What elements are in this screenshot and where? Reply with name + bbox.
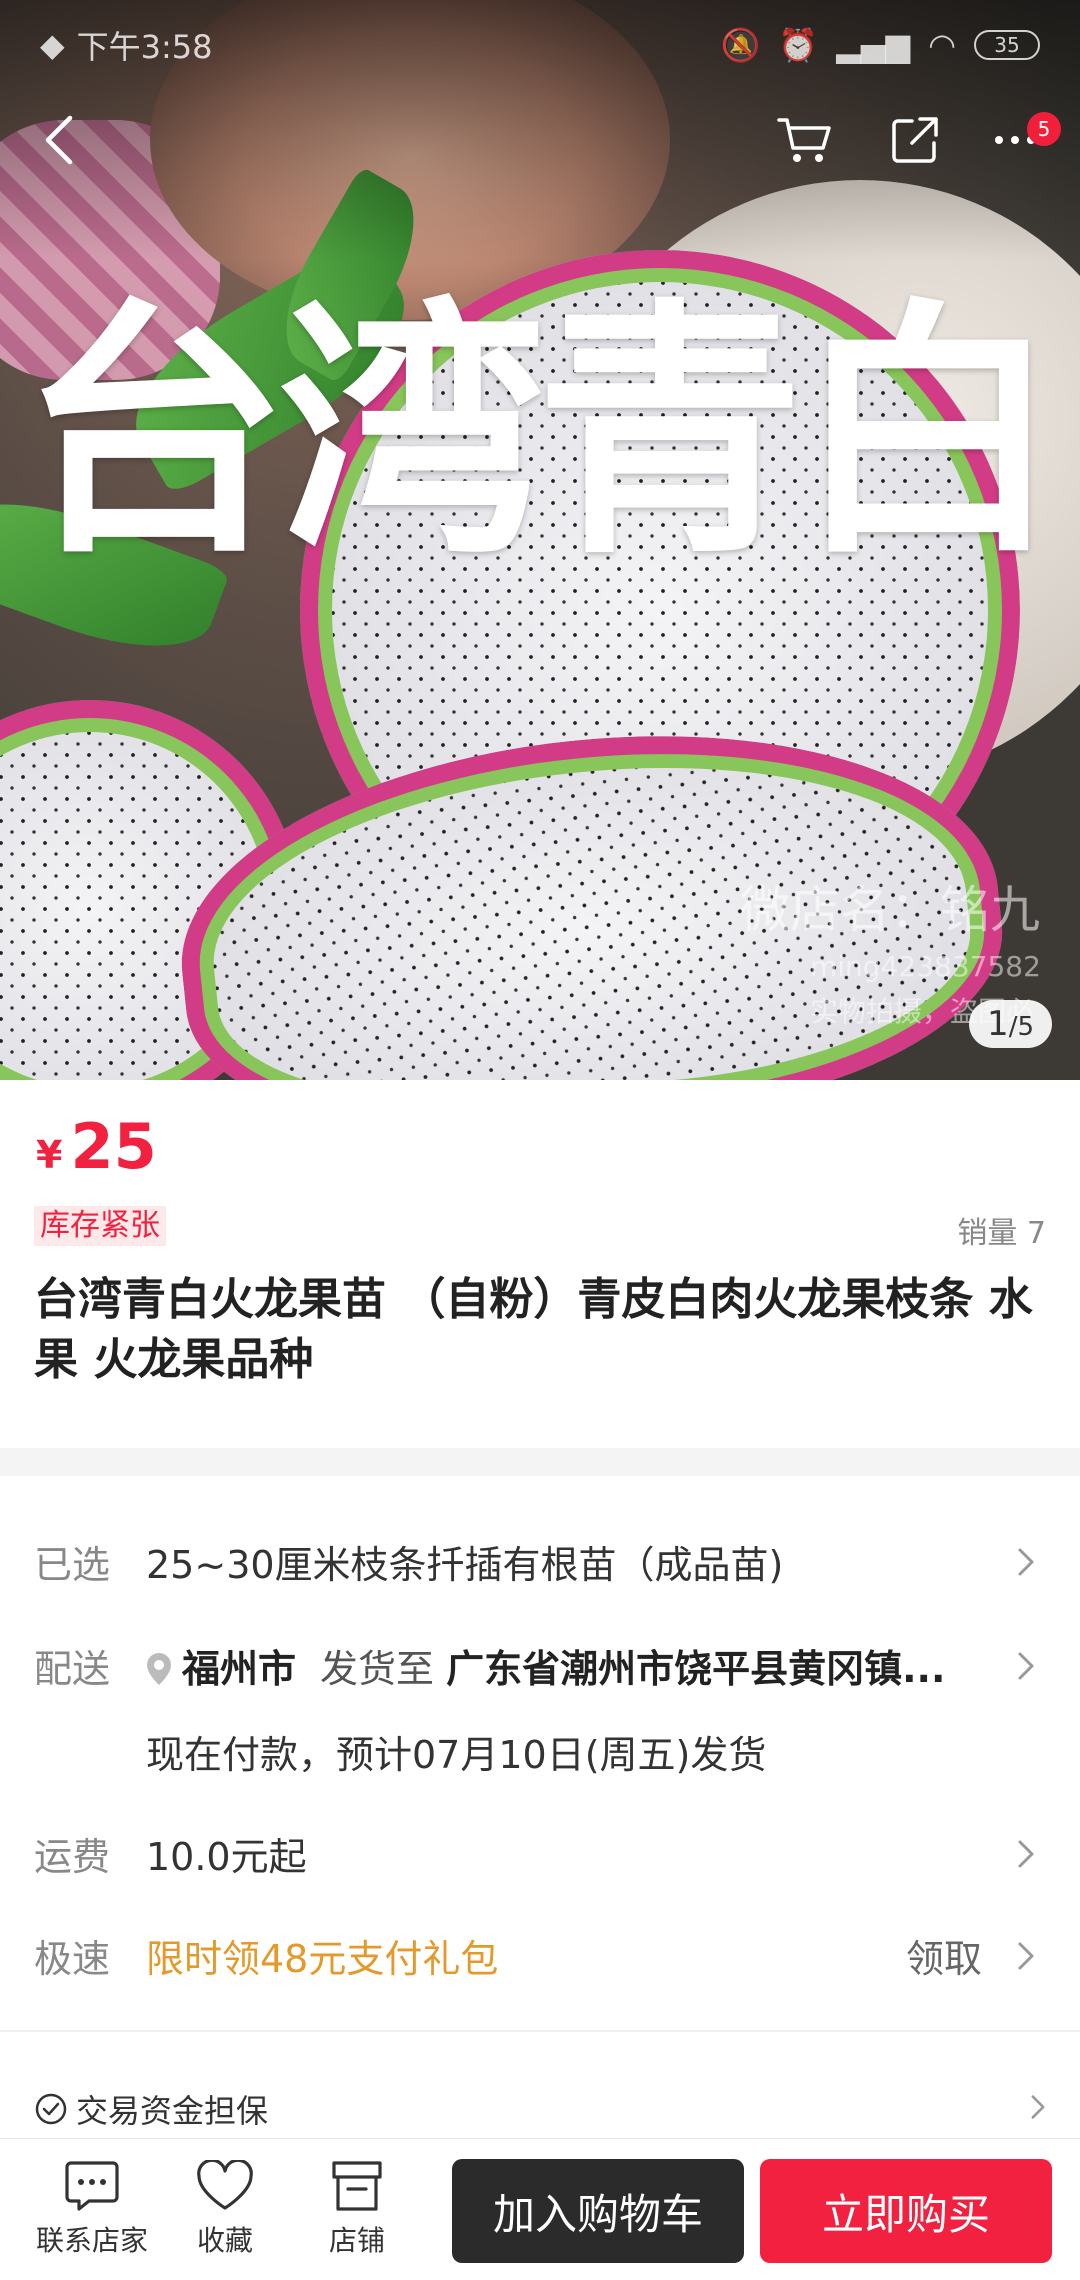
wifi-icon: ◠ [928,26,956,64]
section-divider [0,1448,1080,1476]
contact-seller-button[interactable]: 联系店家 [32,2157,152,2259]
image-overlay-title: 台湾青白 [20,278,1062,590]
share-button[interactable] [875,100,955,180]
heart-icon [165,2157,285,2215]
status-time: 下午3:58 [76,28,213,66]
favorite-label: 收藏 [196,2224,253,2257]
ship-time-estimate: 现在付款，预计07月10日(周五)发货 [146,1733,767,1777]
price-amount: 25 [70,1110,157,1183]
battery-icon: 35 [974,30,1040,60]
guarantee-text: 交易资金担保 [76,2092,269,2130]
buy-now-button[interactable]: 立即购买 [760,2159,1052,2263]
shipping-fee-label: 运费 [34,1835,111,1879]
back-button[interactable] [20,100,100,180]
back-icon [45,115,73,165]
chevron-right-icon [1006,1936,1046,1976]
express-label: 极速 [34,1937,111,1981]
share-icon [892,117,938,163]
cart-button[interactable] [765,100,845,180]
image-watermark: 微店名：铭九 [740,881,1040,939]
add-to-cart-button[interactable]: 加入购物车 [452,2159,744,2263]
favorite-button[interactable]: 收藏 [165,2157,285,2259]
delivery-value: 福州市 发货至 广东省潮州市饶平县黄冈镇... [146,1638,1006,1693]
chevron-right-icon [1030,2090,1046,2128]
delivery-address: 广东省潮州市饶平县黄冈镇... [446,1647,946,1691]
gallery-current-page: 1 [987,1004,1009,1044]
row-divider [0,2030,1080,2032]
status-bar: ◆ 下午3:58 🔕 ⏰ ▂▄▆ ◠ 35 [0,0,1080,90]
delivery-label: 配送 [34,1647,111,1691]
check-circle-icon [35,2093,67,2125]
more-button[interactable]: 5 [975,100,1061,180]
shop-button[interactable]: 店铺 [297,2157,417,2259]
chat-icon [32,2157,152,2215]
notification-icon: ◆ [40,26,65,64]
claim-button[interactable]: 领取 [906,1928,982,1983]
top-nav: 5 [0,100,1080,190]
selected-value: 25~30厘米枝条扦插有根苗（成品苗) [146,1543,784,1587]
selected-label: 已选 [34,1543,111,1587]
price-currency: ¥ [36,1133,63,1177]
chevron-right-icon [1006,1646,1046,1686]
selected-spec-row[interactable]: 已选 25~30厘米枝条扦插有根苗（成品苗) [34,1534,1046,1589]
more-badge: 5 [1027,112,1061,146]
signal-icon: ▂▄▆ [836,26,911,64]
image-watermark-id: ming423837582 [810,950,1041,983]
price: ¥ 25 [36,1110,157,1183]
shop-icon [297,2157,417,2215]
bottom-action-bar: 联系店家 收藏 店铺 加入购物车 立即购买 [0,2138,1080,2280]
contact-seller-label: 联系店家 [35,2224,148,2257]
gallery-total-pages: /5 [1008,1012,1034,1042]
cart-icon [777,118,831,162]
stock-tag: 库存紧张 [34,1206,166,1246]
express-promo: 限时领48元支付礼包 [146,1937,499,1981]
shop-label: 店铺 [328,2224,385,2257]
alarm-icon: ⏰ [778,26,819,64]
sales-count: 销量 7 [957,1216,1046,1251]
delivery-city: 福州市 [182,1647,297,1691]
guarantee-row[interactable]: 交易资金担保 [34,2086,1046,2132]
location-pin-icon [147,1653,171,1685]
shipping-fee-value: 10.0元起 [146,1835,307,1879]
ship-to-label: 发货至 [320,1647,435,1691]
chevron-right-icon [1006,1834,1046,1874]
status-icons: 🔕 ⏰ ▂▄▆ ◠ 35 [721,26,1040,64]
express-row[interactable]: 极速 限时领48元支付礼包 领取 [34,1928,1046,1983]
chevron-right-icon [1006,1542,1046,1582]
shipping-fee-row[interactable]: 运费 10.0元起 [34,1826,1046,1881]
mute-icon: 🔕 [720,26,761,64]
delivery-row[interactable]: 配送 福州市 发货至 广东省潮州市饶平县黄冈镇... [34,1638,1046,1693]
product-title: 台湾青白火龙果苗 （自粉）青皮白肉火龙果枝条 水果 火龙果品种 [34,1274,1033,1385]
gallery-page-indicator: 1/5 [969,1000,1052,1048]
